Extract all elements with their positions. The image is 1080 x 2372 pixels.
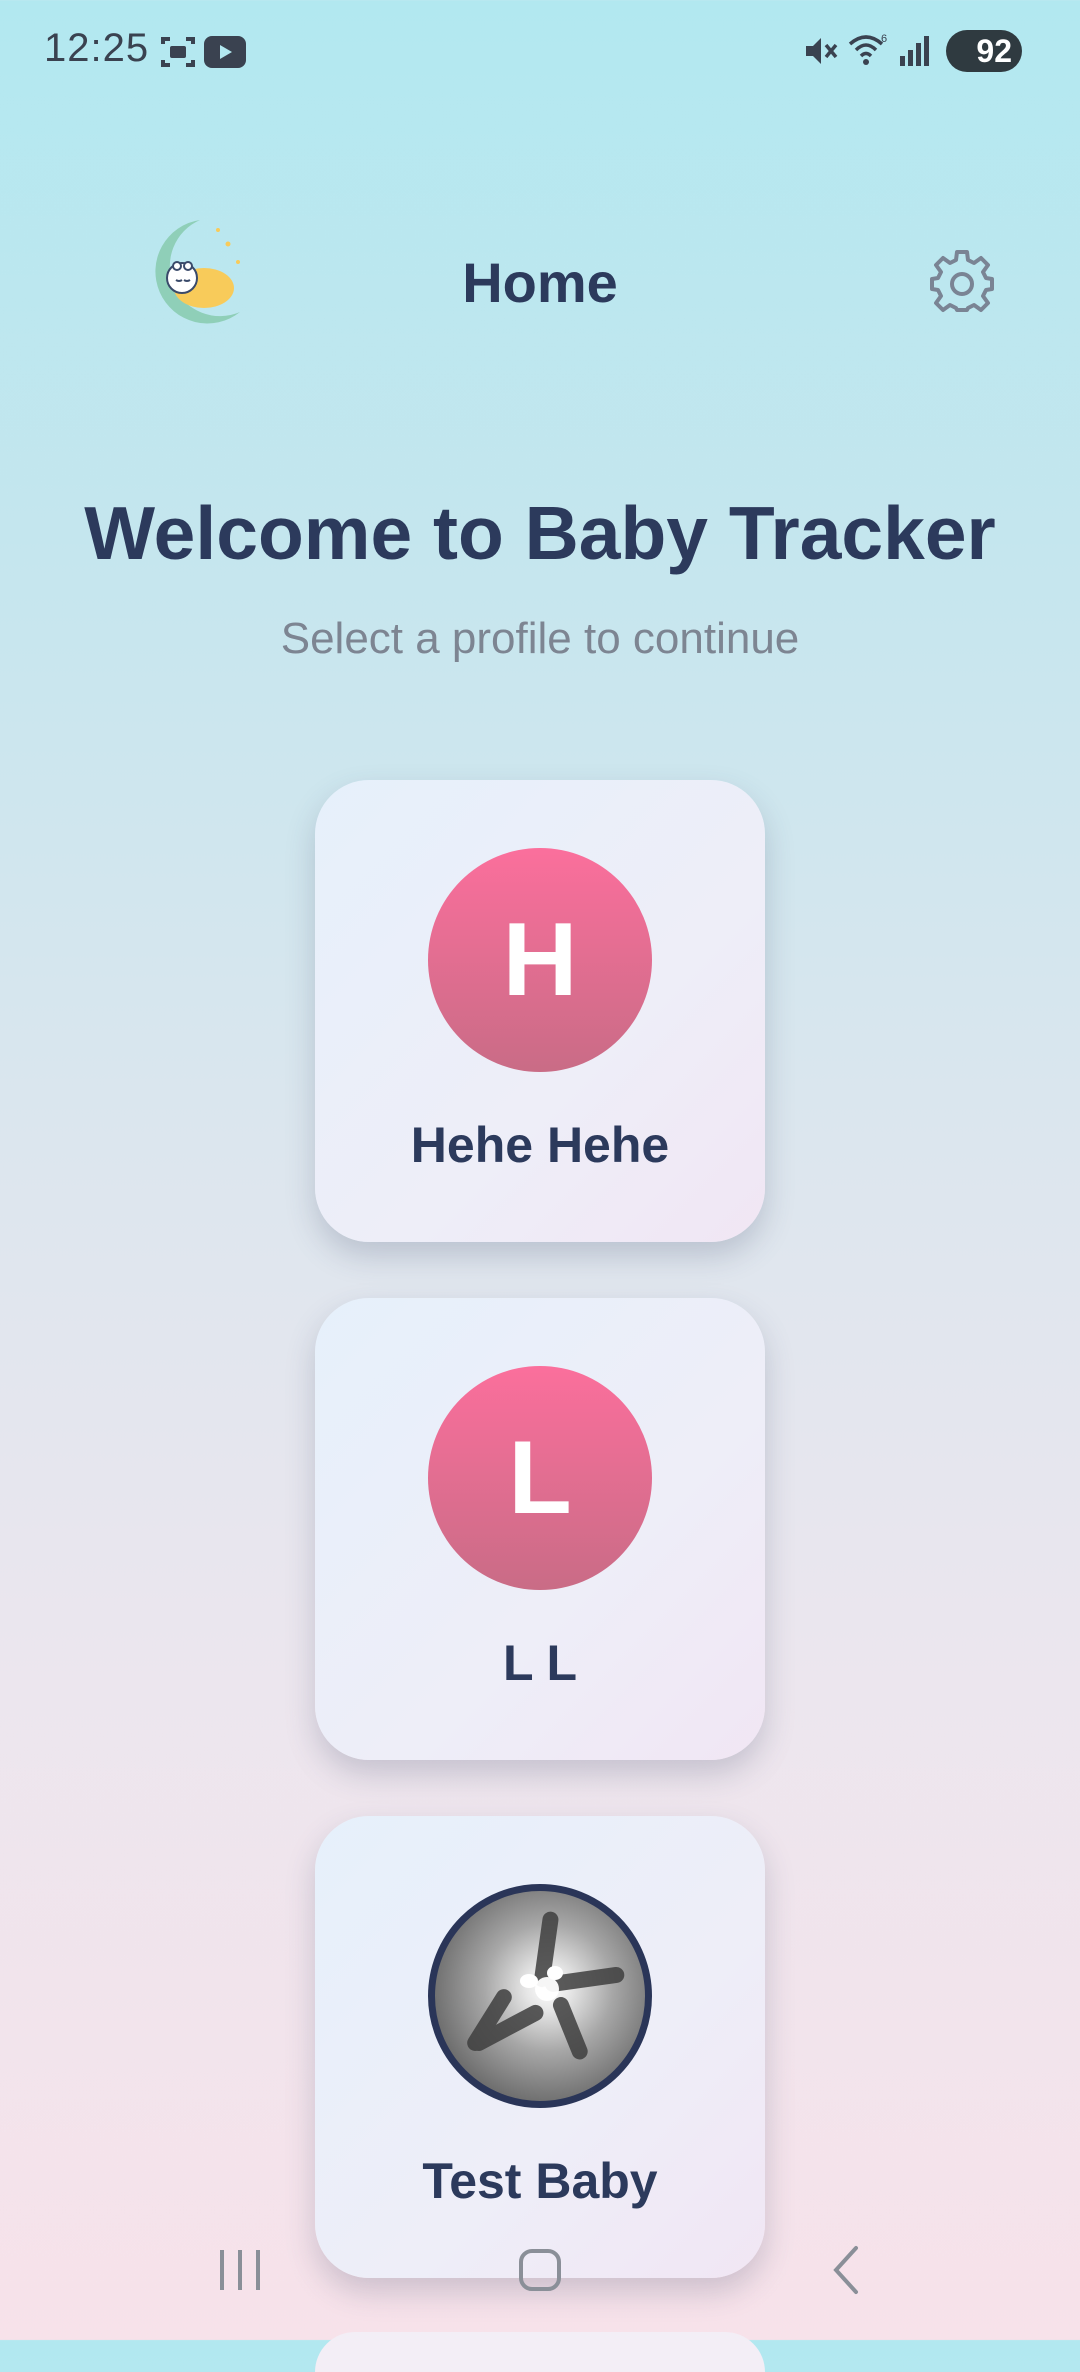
battery-icon: 92 [946, 30, 1022, 72]
profile-name: Test Baby [422, 2153, 658, 2209]
home-icon [519, 2249, 561, 2291]
recents-button[interactable] [200, 2240, 280, 2300]
profile-photo-avatar [428, 1884, 652, 2108]
ceiling-fan-photo [467, 1911, 625, 2060]
welcome-title: Welcome to Baby Tracker [84, 491, 996, 575]
mute-icon [806, 38, 838, 64]
back-icon [833, 2246, 858, 2294]
profile-initial: L [508, 1419, 572, 1536]
screenshot-icon [161, 37, 195, 67]
profile-avatar: L [428, 1366, 652, 1590]
wifi-icon: 6 [848, 33, 887, 65]
status-bar: 12:25 6 92 [0, 0, 1080, 100]
recents-icon [220, 2250, 260, 2290]
settings-button[interactable] [930, 250, 994, 314]
profile-card-l-l[interactable]: L L L [315, 1298, 765, 1760]
profile-name: Hehe Hehe [410, 1117, 670, 1173]
home-button[interactable] [500, 2240, 580, 2300]
back-button[interactable] [804, 2240, 884, 2300]
battery-level: 92 [976, 32, 1012, 69]
youtube-icon [204, 36, 246, 68]
welcome-subtitle: Select a profile to continue [280, 614, 800, 663]
page-title: Home [462, 251, 618, 314]
signal-icon [900, 36, 929, 66]
profile-avatar: H [428, 848, 652, 1072]
status-time: 12:25 [44, 26, 150, 70]
profile-initial: H [502, 901, 578, 1018]
profile-name: L L [502, 1635, 578, 1691]
svg-text:6: 6 [881, 33, 887, 45]
profile-card-hehe-hehe[interactable]: H Hehe Hehe [315, 780, 765, 1242]
profile-card-test-baby[interactable]: Test Baby [315, 1816, 765, 2278]
gear-icon [930, 250, 994, 312]
profile-card-partial[interactable] [315, 2332, 765, 2372]
